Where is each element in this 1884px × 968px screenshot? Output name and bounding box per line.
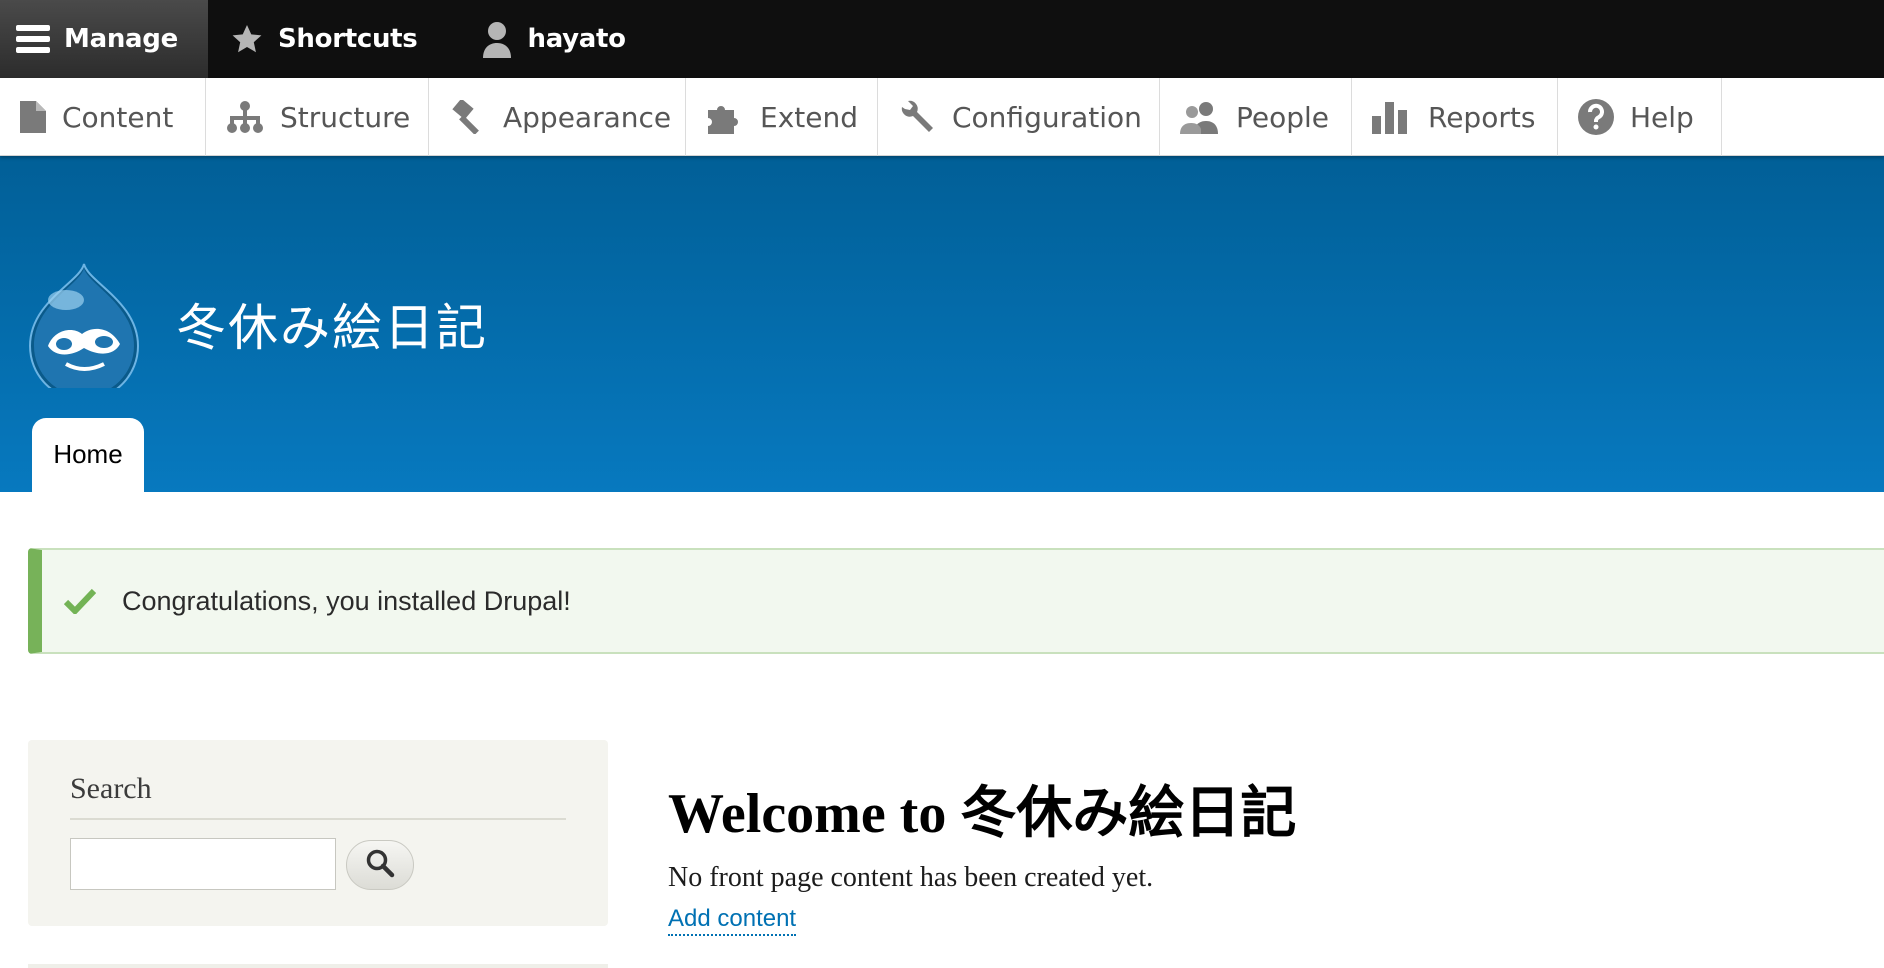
- tray-item-configuration[interactable]: Configuration: [878, 78, 1160, 156]
- sidebar-divider: [28, 964, 608, 968]
- bar-chart-icon: [1372, 100, 1412, 134]
- add-content-link[interactable]: Add content: [668, 904, 797, 936]
- tray-item-content[interactable]: Content: [0, 78, 206, 156]
- page-body-text: No front page content has been created y…: [668, 862, 1154, 893]
- tray-item-label: Reports: [1428, 100, 1536, 134]
- tray-item-label: Appearance: [503, 100, 672, 134]
- wrench-icon: [898, 99, 936, 135]
- manage-tab[interactable]: Manage: [0, 0, 208, 78]
- search-button[interactable]: [346, 840, 414, 890]
- search-block: Search: [28, 740, 608, 926]
- help-icon: [1578, 99, 1614, 135]
- puzzle-icon: [706, 100, 744, 134]
- page-title: Welcome to 冬休み絵日記: [668, 783, 1297, 845]
- tray-item-people[interactable]: People: [1160, 78, 1352, 156]
- star-icon: [230, 23, 264, 55]
- manage-tab-label: Manage: [64, 24, 178, 54]
- user-icon: [481, 20, 513, 58]
- status-message: Congratulations, you installed Drupal!: [28, 548, 1884, 654]
- tray-item-structure[interactable]: Structure: [206, 78, 429, 156]
- tray-item-label: Configuration: [952, 100, 1142, 134]
- file-icon: [20, 101, 46, 133]
- tray-item-label: Help: [1630, 100, 1694, 134]
- shortcuts-tab[interactable]: Shortcuts: [212, 0, 439, 78]
- tray-item-help[interactable]: Help: [1558, 78, 1722, 156]
- tray-item-label: Structure: [280, 100, 411, 134]
- user-tab-label: hayato: [527, 24, 626, 54]
- paintbrush-icon: [449, 100, 487, 134]
- user-tab[interactable]: hayato: [439, 0, 647, 78]
- tray-item-label: People: [1236, 100, 1330, 134]
- toolbar-bar: Manage Shortcuts hayato: [0, 0, 1884, 78]
- search-icon: [365, 848, 395, 883]
- drupal-logo[interactable]: [26, 260, 142, 401]
- tray-item-extend[interactable]: Extend: [686, 78, 878, 156]
- search-block-title: Search: [70, 772, 566, 820]
- tray-item-reports[interactable]: Reports: [1352, 78, 1558, 156]
- search-input[interactable]: [70, 838, 336, 890]
- people-icon: [1180, 100, 1220, 134]
- site-header: 冬休み絵日記 Home: [0, 156, 1884, 494]
- admin-menu-tray: Content Structure Appearance Extend Conf…: [0, 78, 1884, 156]
- shortcuts-tab-label: Shortcuts: [278, 24, 418, 54]
- status-message-text: Congratulations, you installed Drupal!: [122, 585, 571, 616]
- tray-item-label: Content: [62, 100, 174, 134]
- hamburger-menu-icon: [16, 23, 50, 55]
- site-name[interactable]: 冬休み絵日記: [176, 288, 488, 360]
- checkmark-icon: [64, 588, 96, 614]
- tray-item-label: Extend: [760, 100, 858, 134]
- sitemap-icon: [226, 100, 264, 134]
- nav-tab-home[interactable]: Home: [32, 418, 144, 494]
- tray-item-appearance[interactable]: Appearance: [429, 78, 686, 156]
